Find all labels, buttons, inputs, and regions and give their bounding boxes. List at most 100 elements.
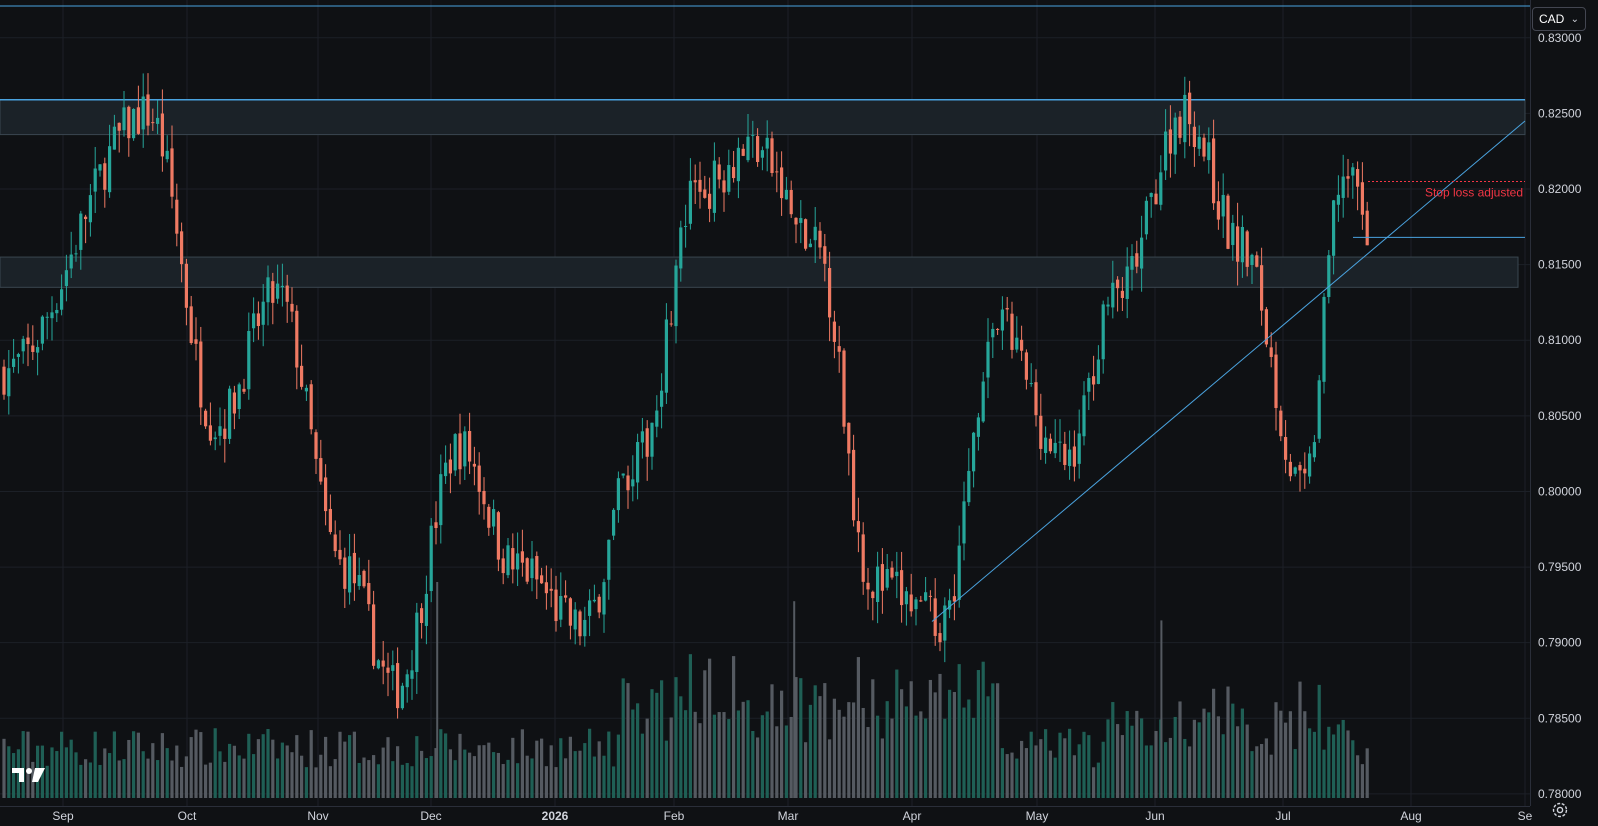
candle-body bbox=[232, 392, 236, 414]
candle-body bbox=[84, 216, 88, 220]
volume-bar bbox=[631, 709, 635, 798]
volume-bar bbox=[708, 658, 712, 798]
volume-bar bbox=[991, 683, 995, 798]
candle-body bbox=[924, 592, 928, 601]
candle-body bbox=[847, 422, 851, 454]
candle-body bbox=[463, 431, 467, 467]
volume-bar bbox=[247, 733, 251, 798]
volume-bar bbox=[1245, 724, 1249, 798]
candle-body bbox=[319, 458, 323, 482]
volume-bar bbox=[357, 762, 361, 798]
volume-bar bbox=[458, 733, 462, 798]
price-tick-label: 0.78000 bbox=[1538, 787, 1582, 801]
time-tick-label: Nov bbox=[307, 809, 328, 823]
volume-bar bbox=[952, 692, 956, 798]
volume-bar bbox=[1250, 751, 1254, 798]
gear-icon[interactable] bbox=[1550, 800, 1570, 820]
time-tick-label: Sep bbox=[52, 809, 74, 823]
candle-body bbox=[1322, 296, 1326, 382]
candle-body bbox=[645, 428, 649, 457]
candle-body bbox=[1293, 467, 1297, 474]
candle-body bbox=[448, 459, 452, 474]
currency-selector[interactable]: CAD ⌄ bbox=[1532, 7, 1586, 31]
volume-bar bbox=[468, 752, 472, 798]
candle-body bbox=[175, 199, 179, 234]
candle-body bbox=[304, 387, 308, 392]
candle-body bbox=[727, 165, 731, 192]
candle-body bbox=[717, 164, 721, 180]
candle-body bbox=[156, 117, 160, 124]
volume-bar bbox=[276, 758, 280, 798]
volume-peak-bar bbox=[436, 582, 439, 798]
volume-bar bbox=[722, 712, 726, 798]
candle-body bbox=[876, 566, 880, 603]
candle-body bbox=[928, 595, 932, 597]
candle-body bbox=[986, 341, 990, 378]
volume-bar bbox=[300, 755, 304, 798]
candle-body bbox=[842, 350, 846, 427]
candle-body bbox=[588, 600, 592, 616]
candle-body bbox=[271, 281, 275, 303]
volume-bar bbox=[271, 739, 275, 798]
volume-bar bbox=[1116, 724, 1120, 798]
candle-body bbox=[885, 568, 889, 588]
volume-bar bbox=[588, 728, 592, 798]
volume-bar bbox=[626, 683, 630, 798]
support-zone[interactable] bbox=[0, 256, 1519, 288]
candle-body bbox=[914, 599, 918, 610]
resistance-zone[interactable] bbox=[0, 99, 1526, 136]
volume-bar bbox=[890, 718, 894, 798]
volume-bar bbox=[818, 696, 822, 798]
candle-body bbox=[400, 685, 404, 709]
volume-bar bbox=[1048, 750, 1052, 798]
candle-body bbox=[919, 600, 923, 602]
volume-peak-bar bbox=[1160, 620, 1163, 798]
candle-body bbox=[391, 665, 395, 671]
candle-body bbox=[852, 449, 856, 521]
candle-body bbox=[631, 479, 635, 487]
volume-bar bbox=[223, 761, 227, 798]
volume-bar bbox=[967, 699, 971, 798]
candle-body bbox=[1096, 359, 1100, 384]
volume-bar bbox=[352, 731, 356, 798]
volume-bar bbox=[741, 701, 745, 798]
volume-bar bbox=[151, 743, 155, 798]
volume-bar bbox=[506, 759, 510, 798]
volume-bar bbox=[760, 715, 764, 798]
volume-bar bbox=[74, 752, 78, 798]
candle-body bbox=[1140, 237, 1144, 269]
candle-body bbox=[146, 94, 150, 126]
candle-body bbox=[780, 167, 784, 199]
volume-bar bbox=[530, 758, 534, 798]
candle-body bbox=[1245, 231, 1249, 267]
volume-peak-bar bbox=[793, 601, 796, 798]
time-scale[interactable] bbox=[0, 806, 1530, 826]
volume-bar bbox=[1063, 738, 1067, 798]
candle-body bbox=[736, 147, 740, 182]
candle-body bbox=[573, 609, 577, 630]
volume-bar bbox=[1188, 746, 1192, 798]
volume-bar bbox=[1269, 754, 1273, 798]
candle-body bbox=[602, 582, 606, 615]
candle-body bbox=[1024, 352, 1028, 380]
volume-bar bbox=[852, 702, 856, 798]
volume-bar bbox=[1000, 748, 1004, 798]
volume-bar bbox=[592, 756, 596, 798]
volume-bar bbox=[703, 670, 707, 798]
volume-bar bbox=[986, 696, 990, 798]
candle-body bbox=[170, 148, 174, 197]
candle-body bbox=[1053, 442, 1057, 454]
candlestick-chart[interactable]: Stop loss adjusted 0.83000 0.82500 0.82000… bbox=[0, 0, 1598, 826]
volume-bar bbox=[871, 679, 875, 798]
candle-body bbox=[938, 633, 942, 643]
price-tick-label: 0.80000 bbox=[1538, 484, 1582, 498]
volume-bar bbox=[765, 711, 769, 798]
candle-body bbox=[439, 474, 443, 526]
volume-bar bbox=[439, 729, 443, 798]
candle-body bbox=[1216, 201, 1220, 220]
candle-body bbox=[823, 246, 827, 264]
volume-bar bbox=[218, 751, 222, 798]
price-scale[interactable] bbox=[1530, 0, 1598, 806]
candle-body bbox=[1226, 195, 1230, 249]
candle-body bbox=[261, 301, 265, 325]
